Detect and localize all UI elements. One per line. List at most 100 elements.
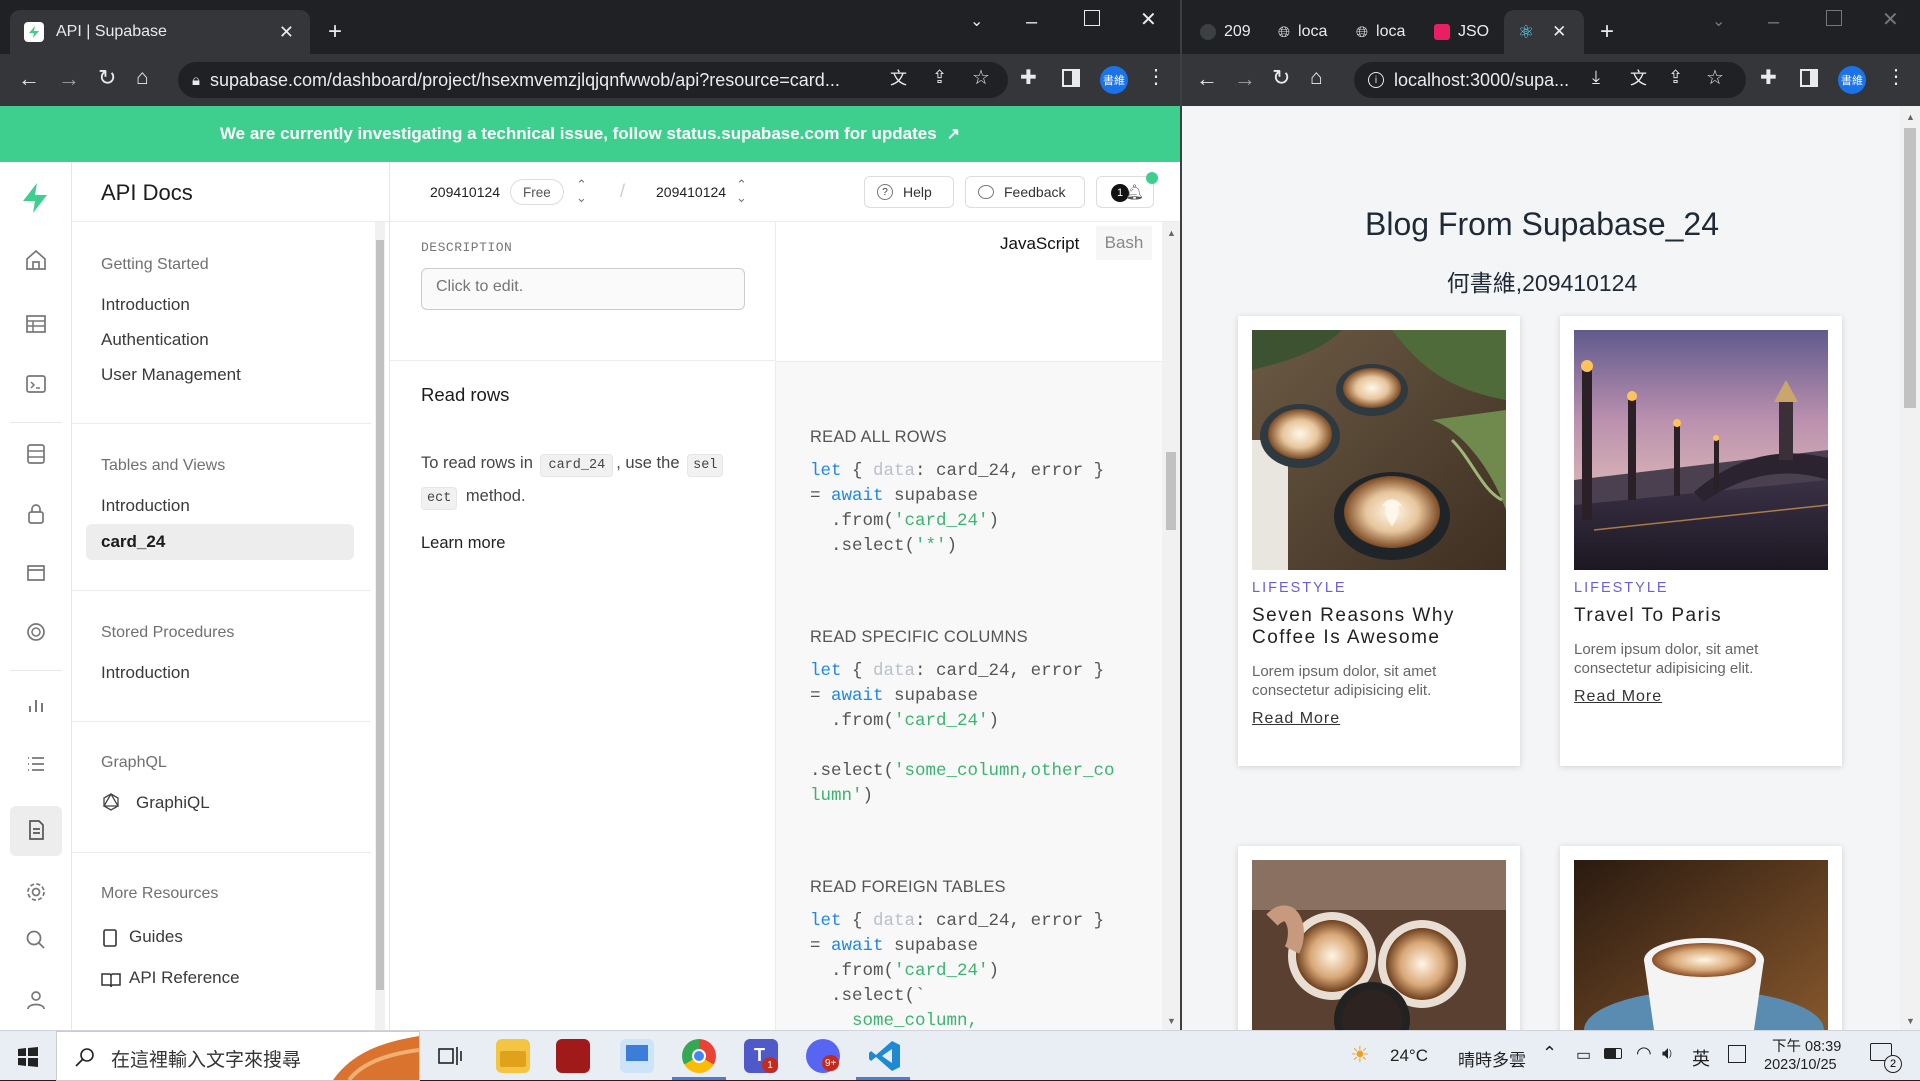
bookmark-star-icon[interactable]: ☆ bbox=[1706, 68, 1724, 88]
bookmark-star-icon[interactable]: ☆ bbox=[972, 68, 990, 88]
org-switcher-chevron-icon[interactable]: ⌃ ⌄ bbox=[576, 178, 587, 204]
content-scrollbar-thumb[interactable] bbox=[1166, 452, 1176, 530]
close-tab-icon[interactable]: ✕ bbox=[1552, 22, 1566, 42]
settings-gear-icon[interactable] bbox=[24, 880, 48, 904]
blog-card[interactable]: LIFESTYLE Seven Reasons Why Coffee Is Aw… bbox=[1238, 316, 1520, 766]
nav-guides[interactable]: Guides bbox=[129, 927, 183, 947]
status-banner[interactable]: We are currently investigating a technic… bbox=[0, 106, 1180, 162]
read-all-rows-code[interactable]: let { data: card_24, error } = await sup… bbox=[810, 459, 1104, 559]
description-input[interactable] bbox=[421, 268, 745, 310]
clock-date[interactable]: 2023/10/25 bbox=[1764, 1057, 1837, 1073]
tab-search-chevron-icon[interactable]: ⌄ bbox=[1712, 14, 1725, 30]
page-scrollbar[interactable]: ▲ ▼ bbox=[1900, 106, 1920, 1030]
install-icon[interactable]: ⤓ bbox=[1592, 68, 1600, 86]
new-tab-icon[interactable]: + bbox=[1600, 20, 1614, 44]
weather-desc[interactable]: 晴時多雲 bbox=[1458, 1046, 1526, 1071]
project-name[interactable]: 209410124 bbox=[656, 184, 726, 200]
chrome-menu-icon[interactable]: ⋮ bbox=[1886, 67, 1906, 87]
minimize-icon[interactable]: – bbox=[1026, 12, 1037, 32]
app-red-icon[interactable] bbox=[556, 1039, 590, 1073]
page-scrollbar-thumb[interactable] bbox=[1904, 128, 1916, 408]
help-button[interactable]: ? Help bbox=[864, 176, 954, 208]
maximize-icon[interactable] bbox=[1084, 10, 1100, 26]
sql-editor-icon[interactable] bbox=[24, 372, 48, 396]
minimize-icon[interactable]: – bbox=[1768, 12, 1779, 32]
nav-introduction[interactable]: Introduction bbox=[101, 295, 190, 315]
nav-api-reference[interactable]: API Reference bbox=[129, 968, 240, 988]
read-specific-columns-code[interactable]: let { data: card_24, error } = await sup… bbox=[810, 659, 1115, 809]
forward-icon[interactable]: → bbox=[58, 68, 80, 90]
extensions-icon[interactable]: ✚ bbox=[1760, 68, 1777, 88]
api-docs-icon[interactable] bbox=[24, 818, 48, 842]
profile-avatar[interactable]: 書維 bbox=[1838, 66, 1866, 94]
tab-search-chevron-icon[interactable]: ⌄ bbox=[970, 14, 983, 30]
tab-localhost-1[interactable]: 🌐︎ loca bbox=[1278, 10, 1348, 54]
auth-lock-icon[interactable] bbox=[24, 502, 48, 526]
nav-tables-introduction[interactable]: Introduction bbox=[101, 496, 190, 516]
org-name[interactable]: 209410124 bbox=[430, 184, 500, 200]
reports-chart-icon[interactable] bbox=[24, 692, 48, 716]
clock-time[interactable]: 下午 08:39 bbox=[1772, 1035, 1841, 1056]
realtime-icon[interactable] bbox=[24, 620, 48, 644]
tab-react-active[interactable]: ⚛ ✕ bbox=[1504, 10, 1584, 54]
content-scrollbar[interactable]: ▲ ▼ bbox=[1162, 222, 1180, 1030]
read-more-link[interactable]: Read More bbox=[1252, 710, 1340, 728]
blog-card[interactable] bbox=[1238, 846, 1520, 1030]
nav-user-management[interactable]: User Management bbox=[101, 365, 241, 385]
translate-icon[interactable]: 文 bbox=[1630, 70, 1647, 87]
tab-json[interactable]: JSO bbox=[1434, 10, 1504, 54]
nav-graphiql[interactable]: GraphiQL bbox=[136, 793, 210, 813]
url-omnibox[interactable]: 🔒︎ supabase.com/dashboard/project/hsexmv… bbox=[178, 62, 1008, 98]
file-explorer-icon[interactable] bbox=[496, 1039, 530, 1073]
remote-desktop-icon[interactable] bbox=[620, 1039, 654, 1073]
weather-icon[interactable]: ☀ bbox=[1350, 1042, 1370, 1068]
storage-icon[interactable] bbox=[24, 560, 48, 584]
chrome-menu-icon[interactable]: ⋮ bbox=[1146, 67, 1166, 87]
scroll-down-arrow-icon[interactable]: ▼ bbox=[1906, 1016, 1915, 1026]
tab-209[interactable]: 209 bbox=[1200, 10, 1270, 54]
profile-avatar[interactable]: 書維 bbox=[1100, 66, 1128, 94]
sidepanel-icon[interactable] bbox=[1062, 69, 1080, 87]
logs-list-icon[interactable] bbox=[24, 752, 48, 776]
back-icon[interactable]: ← bbox=[18, 68, 40, 90]
extensions-icon[interactable]: ✚ bbox=[1020, 68, 1037, 88]
supabase-logo-icon[interactable] bbox=[20, 182, 50, 214]
nav-procedures-introduction[interactable]: Introduction bbox=[101, 663, 190, 683]
sidebar-scrollbar-thumb[interactable] bbox=[376, 240, 384, 990]
read-foreign-tables-code[interactable]: let { data: card_24, error } = await sup… bbox=[810, 909, 1104, 1030]
blog-card[interactable] bbox=[1560, 846, 1842, 1030]
notifications-button[interactable]: 1 🔔︎ bbox=[1096, 176, 1154, 208]
project-switcher-chevron-icon[interactable]: ⌃ ⌄ bbox=[736, 178, 747, 204]
device-icon[interactable]: ▭ bbox=[1576, 1045, 1591, 1065]
forward-icon[interactable]: → bbox=[1234, 68, 1256, 90]
scroll-down-arrow-icon[interactable]: ▼ bbox=[1167, 1016, 1176, 1026]
learn-more-link[interactable]: Learn more bbox=[421, 534, 505, 553]
back-icon[interactable]: ← bbox=[1196, 68, 1218, 90]
home-icon[interactable]: ⌂ bbox=[136, 67, 149, 88]
reload-icon[interactable]: ↻ bbox=[1272, 67, 1290, 89]
url-omnibox[interactable]: i localhost:3000/supa... bbox=[1354, 62, 1746, 98]
volume-icon[interactable]: 🔉︎ bbox=[1662, 1043, 1673, 1064]
weather-temp[interactable]: 24°C bbox=[1390, 1046, 1428, 1066]
nav-authentication[interactable]: Authentication bbox=[101, 330, 209, 350]
translate-icon[interactable]: 文 bbox=[890, 70, 907, 87]
task-view-icon[interactable] bbox=[438, 1045, 462, 1067]
sidepanel-icon[interactable] bbox=[1800, 69, 1818, 87]
home-icon[interactable] bbox=[24, 248, 48, 272]
taskbar-search-box[interactable]: 在這裡輸入文字來搜尋 bbox=[56, 1031, 420, 1081]
battery-icon[interactable] bbox=[1604, 1048, 1622, 1059]
tab-supabase[interactable]: API | Supabase ✕ bbox=[10, 10, 310, 54]
lang-bash-tab[interactable]: Bash bbox=[1096, 226, 1152, 260]
vscode-icon[interactable] bbox=[868, 1039, 902, 1073]
user-account-icon[interactable] bbox=[24, 988, 48, 1012]
nav-card-24[interactable]: card_24 bbox=[101, 532, 165, 552]
wifi-icon[interactable]: ◠ bbox=[1636, 1043, 1652, 1064]
chrome-icon[interactable] bbox=[682, 1039, 716, 1073]
search-icon[interactable] bbox=[24, 928, 48, 952]
scroll-up-arrow-icon[interactable]: ▲ bbox=[1167, 228, 1176, 238]
windows-start-icon[interactable] bbox=[18, 1047, 38, 1067]
close-window-icon[interactable]: ✕ bbox=[1882, 10, 1899, 30]
show-hidden-icons-chevron[interactable]: ⌃ bbox=[1542, 1043, 1557, 1064]
tab-localhost-2[interactable]: 🌐︎ loca bbox=[1356, 10, 1426, 54]
reload-icon[interactable]: ↻ bbox=[98, 67, 116, 89]
